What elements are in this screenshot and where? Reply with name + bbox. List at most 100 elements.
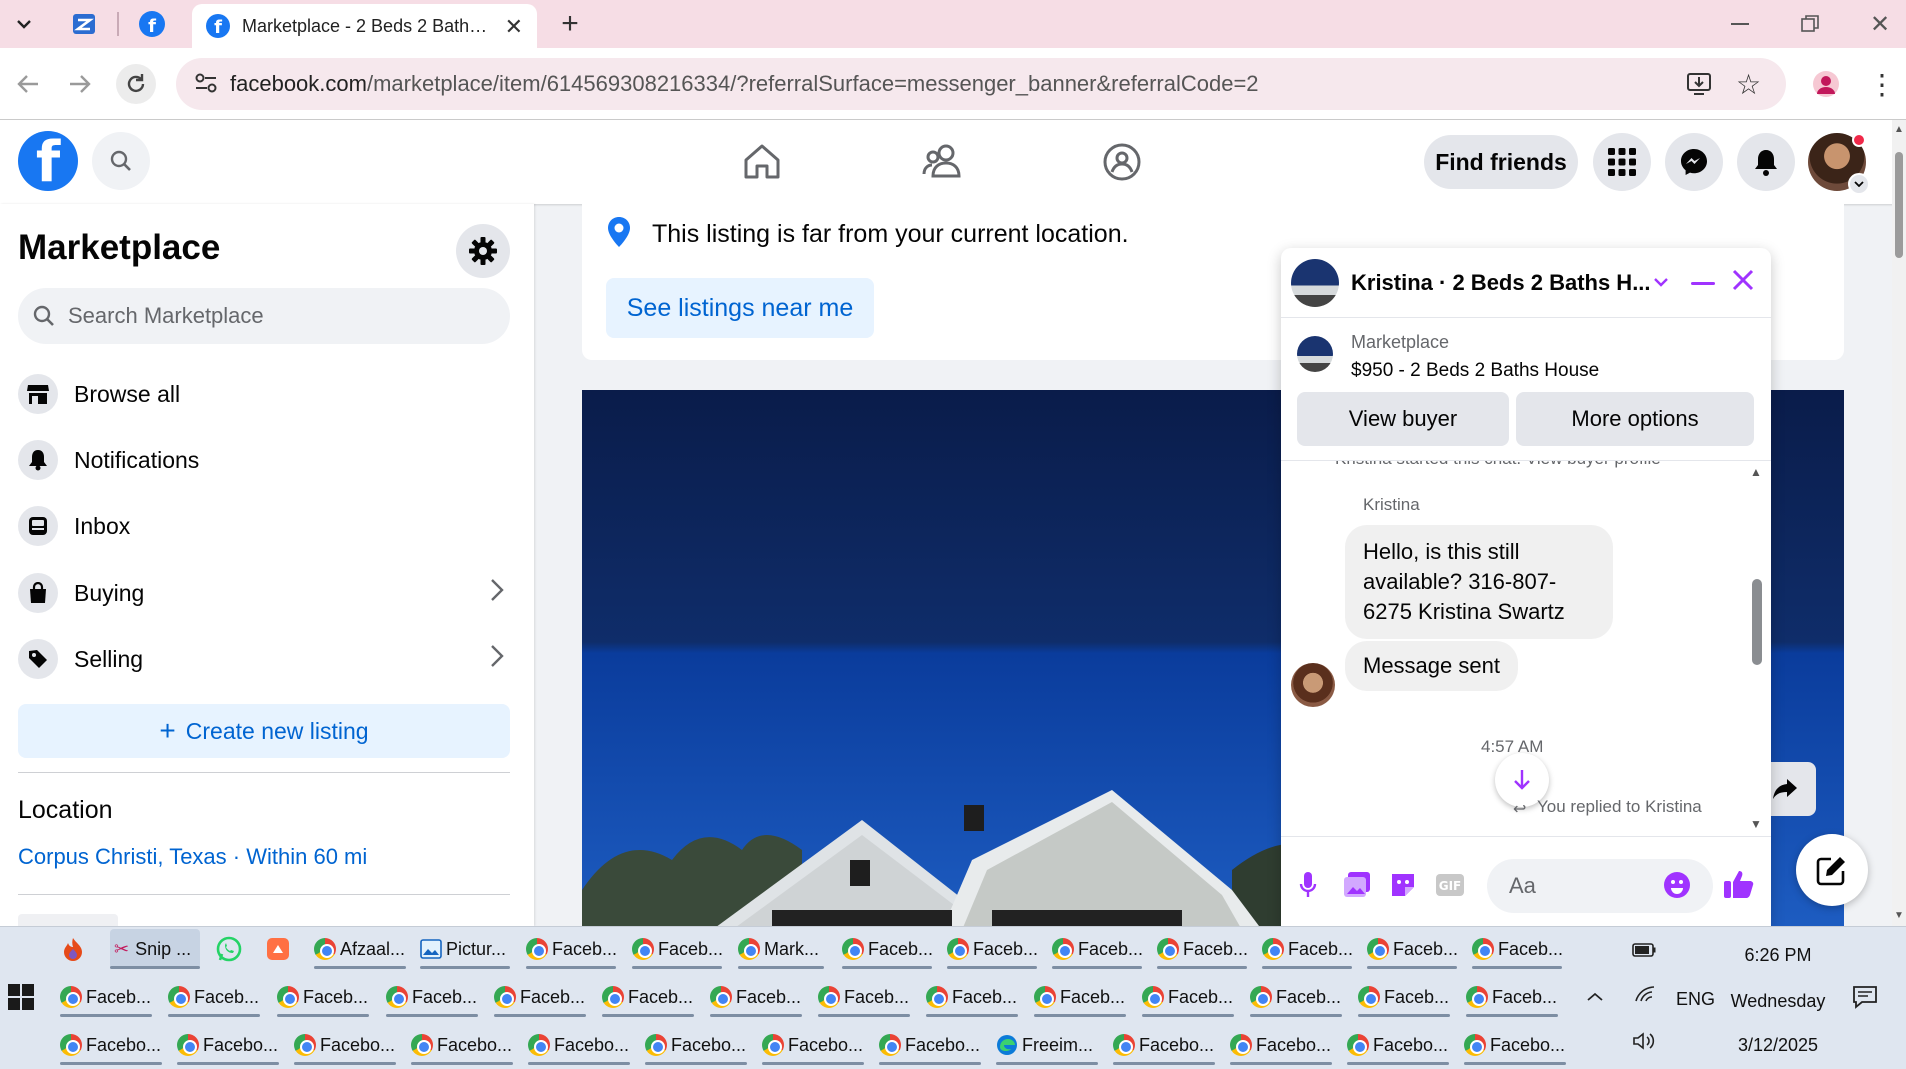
- taskbar-chrome-window[interactable]: Faceb...: [632, 929, 723, 969]
- new-message-button[interactable]: [1796, 834, 1868, 906]
- start-button[interactable]: [8, 984, 36, 1012]
- bookmark-star-icon[interactable]: ☆: [1736, 68, 1761, 101]
- taskbar-chrome-window[interactable]: Faceb...: [1157, 929, 1248, 969]
- browser-menu-icon[interactable]: ⋮: [1864, 66, 1900, 102]
- create-new-listing-button[interactable]: + Create new listing: [18, 704, 510, 758]
- wifi-icon[interactable]: [1634, 985, 1656, 1008]
- chat-messages-area[interactable]: Kristina started this chat. View buyer p…: [1281, 460, 1771, 836]
- input-language-indicator[interactable]: ENG: [1676, 989, 1715, 1010]
- scroll-up-arrow-icon[interactable]: ▲: [1750, 465, 1762, 479]
- facebook-search-button[interactable]: [92, 132, 150, 190]
- gif-icon[interactable]: GIF: [1435, 873, 1465, 902]
- tab-search-chevron-icon[interactable]: [6, 6, 42, 42]
- facebook-logo-icon[interactable]: f: [18, 131, 78, 191]
- site-settings-icon[interactable]: [194, 72, 218, 99]
- taskbar-chrome-window[interactable]: Facebo...: [1464, 1025, 1566, 1065]
- taskbar-chrome-window[interactable]: Facebo...: [1113, 1025, 1215, 1065]
- close-tab-icon[interactable]: ✕: [505, 14, 523, 40]
- forward-arrow-icon[interactable]: [62, 66, 98, 102]
- taskbar-chrome-window[interactable]: Facebo...: [294, 1025, 396, 1065]
- pinned-tab-facebook-icon[interactable]: f: [134, 6, 170, 42]
- minimize-chat-icon[interactable]: [1691, 282, 1715, 285]
- home-nav-icon[interactable]: [742, 142, 782, 185]
- chat-listing-thumb[interactable]: [1297, 336, 1333, 372]
- taskbar-chrome-window[interactable]: Faceb...: [1034, 977, 1126, 1017]
- install-app-icon[interactable]: [1686, 71, 1712, 102]
- taskbar-chrome-window[interactable]: Faceb...: [1250, 977, 1342, 1017]
- thumbs-up-icon[interactable]: [1723, 869, 1755, 904]
- taskbar-chrome-window[interactable]: Faceb...: [1052, 929, 1143, 969]
- location-filter-link[interactable]: Corpus Christi, Texas · Within 60 mi: [18, 844, 367, 870]
- profile-avatar-icon[interactable]: [1808, 66, 1844, 102]
- taskbar-chrome-window[interactable]: Facebo...: [1347, 1025, 1449, 1065]
- taskbar-chrome-window[interactable]: Faceb...: [1367, 929, 1458, 969]
- taskbar-chrome-window[interactable]: Facebo...: [762, 1025, 864, 1065]
- sidebar-item-buying[interactable]: Buying: [18, 565, 512, 621]
- marketplace-settings-button[interactable]: [456, 224, 510, 278]
- taskbar-chrome-window[interactable]: Facebo...: [177, 1025, 279, 1065]
- chat-scrollbar-thumb[interactable]: [1752, 579, 1762, 665]
- page-scroll-up-arrow-icon[interactable]: ▲: [1894, 124, 1904, 135]
- contact-avatar[interactable]: [1291, 663, 1335, 707]
- message-input[interactable]: Aa: [1487, 859, 1713, 913]
- menu-grid-button[interactable]: [1593, 133, 1651, 191]
- pinned-tab-zapier-icon[interactable]: [66, 6, 102, 42]
- taskbar-chrome-window[interactable]: Faceb...: [947, 929, 1038, 969]
- incoming-message-bubble[interactable]: Hello, is this still available? 316-807-…: [1345, 525, 1613, 639]
- taskbar-chrome-window[interactable]: Faceb...: [277, 977, 369, 1017]
- taskbar-chrome-window[interactable]: Facebo...: [1230, 1025, 1332, 1065]
- taskbar-app-pictures[interactable]: Pictur...: [420, 929, 510, 969]
- new-tab-icon[interactable]: +: [552, 6, 588, 42]
- more-options-button[interactable]: More options: [1516, 392, 1754, 446]
- friends-nav-icon[interactable]: [922, 142, 962, 185]
- page-scrollbar[interactable]: ▲ ▼: [1892, 120, 1906, 926]
- taskbar-chrome-window[interactable]: Facebo...: [645, 1025, 747, 1065]
- marketplace-search-input[interactable]: Search Marketplace: [18, 288, 510, 344]
- taskbar-app-afzaal[interactable]: Afzaal...: [314, 929, 406, 969]
- minimize-window-icon[interactable]: [1722, 6, 1758, 42]
- restore-window-icon[interactable]: [1792, 6, 1828, 42]
- close-chat-icon[interactable]: [1731, 268, 1755, 297]
- taskbar-app-flame[interactable]: [62, 929, 92, 969]
- chat-options-chevron-icon[interactable]: [1653, 274, 1669, 292]
- active-browser-tab[interactable]: f Marketplace - 2 Beds 2 Baths H ✕: [192, 4, 537, 48]
- taskbar-app-snip[interactable]: ✂ Snip ...: [110, 929, 200, 969]
- taskbar-chrome-window[interactable]: Faceb...: [926, 977, 1018, 1017]
- taskbar-chrome-window[interactable]: Mark...: [738, 929, 824, 969]
- sticker-icon[interactable]: [1389, 871, 1417, 904]
- taskbar-chrome-window[interactable]: Faceb...: [818, 977, 910, 1017]
- view-buyer-button[interactable]: View buyer: [1297, 392, 1509, 446]
- sidebar-item-inbox[interactable]: Inbox: [18, 498, 512, 554]
- url-bar[interactable]: facebook.com/marketplace/item/6145693082…: [176, 58, 1786, 110]
- taskbar-chrome-window[interactable]: Faceb...: [1142, 977, 1234, 1017]
- taskbar-chrome-window[interactable]: Faceb...: [60, 977, 152, 1017]
- battery-icon[interactable]: [1632, 943, 1656, 962]
- account-avatar[interactable]: [1808, 133, 1870, 195]
- chat-scrollbar-track[interactable]: ▲ ▼: [1747, 461, 1765, 836]
- account-chevron-icon[interactable]: [1848, 173, 1870, 195]
- taskbar-chrome-window[interactable]: Faceb...: [1262, 929, 1353, 969]
- chat-title[interactable]: Kristina · 2 Beds 2 Baths H...: [1351, 270, 1651, 296]
- taskbar-chrome-window[interactable]: Faceb...: [602, 977, 694, 1017]
- chat-listing-avatar[interactable]: [1291, 259, 1339, 307]
- see-listings-near-me-button[interactable]: See listings near me: [606, 278, 874, 338]
- taskbar-chrome-window[interactable]: Faceb...: [1472, 929, 1563, 969]
- chat-listing-summary[interactable]: $950 - 2 Beds 2 Baths House: [1351, 360, 1599, 382]
- sidebar-item-browse-all[interactable]: Browse all: [18, 366, 512, 422]
- taskbar-chrome-window[interactable]: Faceb...: [494, 977, 586, 1017]
- reload-icon[interactable]: [116, 64, 156, 104]
- page-scroll-down-arrow-icon[interactable]: ▼: [1894, 910, 1904, 921]
- taskbar-app-orange[interactable]: [266, 929, 296, 969]
- microphone-icon[interactable]: [1299, 871, 1317, 904]
- taskbar-chrome-window[interactable]: Facebo...: [528, 1025, 630, 1065]
- taskbar-chrome-window[interactable]: Faceb...: [386, 977, 478, 1017]
- groups-nav-icon[interactable]: [1102, 142, 1142, 187]
- close-window-icon[interactable]: ✕: [1862, 6, 1898, 42]
- notifications-button[interactable]: [1737, 133, 1795, 191]
- taskbar-chrome-window[interactable]: Faceb...: [1358, 977, 1450, 1017]
- taskbar-chrome-window[interactable]: Faceb...: [842, 929, 933, 969]
- back-arrow-icon[interactable]: [10, 66, 46, 102]
- taskbar-chrome-window[interactable]: Facebo...: [60, 1025, 162, 1065]
- taskbar-chrome-window[interactable]: Faceb...: [168, 977, 260, 1017]
- scroll-down-arrow-icon[interactable]: ▼: [1750, 817, 1762, 831]
